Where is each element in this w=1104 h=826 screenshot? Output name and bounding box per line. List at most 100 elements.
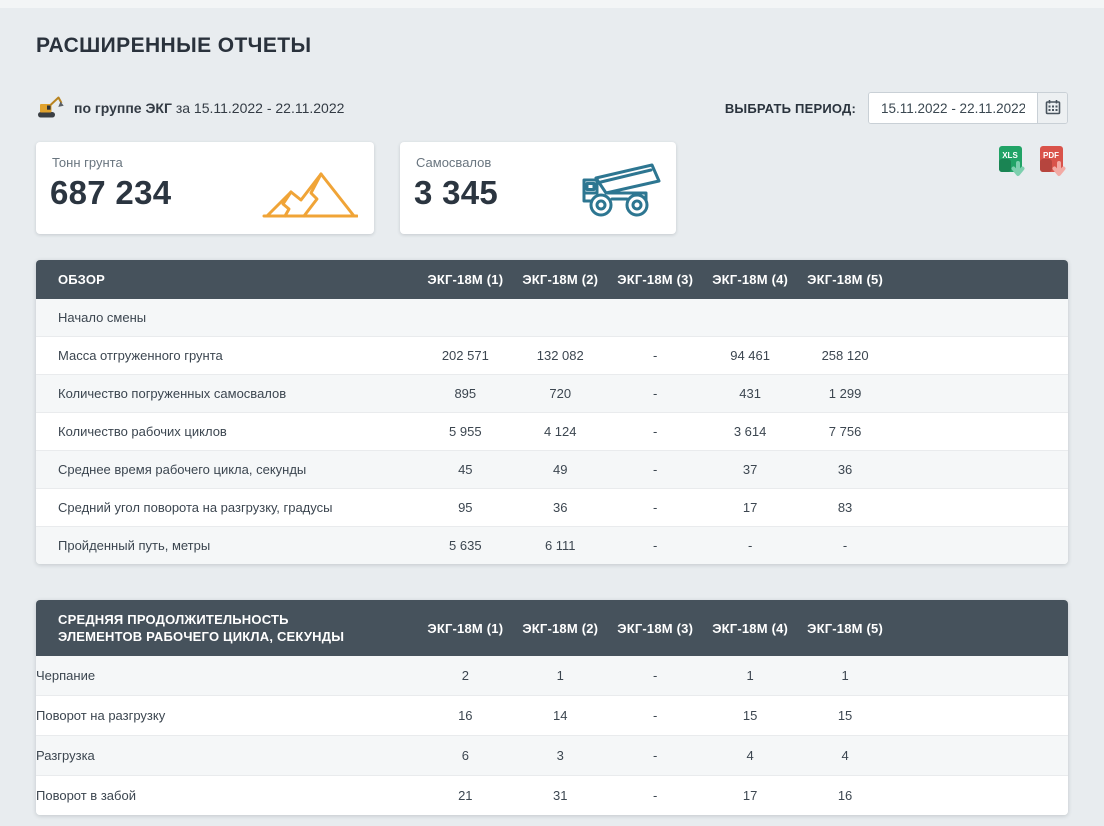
filler-cell (893, 451, 1068, 489)
row-label: Масса отгруженного грунта (36, 337, 418, 375)
row-label: Начало смены (36, 299, 418, 337)
export-xls-button[interactable]: XLS (997, 145, 1027, 179)
column-header: ЭКГ-18М (4) (703, 600, 798, 656)
column-header: ЭКГ-18М (3) (608, 260, 703, 299)
header-filler (893, 260, 1068, 299)
table-title: ОБЗОР (36, 260, 418, 299)
cell-value (418, 299, 513, 337)
calendar-icon (1045, 99, 1061, 118)
cell-value: 3 614 (703, 413, 798, 451)
period-input[interactable] (869, 93, 1037, 123)
overview-table-card: ОБЗОРЭКГ-18М (1)ЭКГ-18М (2)ЭКГ-18М (3)ЭК… (36, 260, 1068, 564)
cell-value: - (798, 527, 893, 565)
row-label: Среднее время рабочего цикла, секунды (36, 451, 418, 489)
column-header: ЭКГ-18М (1) (418, 600, 513, 656)
cell-value: - (608, 527, 703, 565)
header-filler (893, 600, 1068, 656)
cell-value: 4 124 (513, 413, 608, 451)
report-subtitle: по группе ЭКГ за 15.11.2022 - 22.11.2022 (36, 95, 344, 122)
cell-value: - (608, 451, 703, 489)
stat-label: Самосвалов (416, 155, 491, 170)
filler-cell (893, 527, 1068, 565)
cell-value (798, 299, 893, 337)
pdf-label: PDF (1043, 151, 1059, 160)
cell-value: 1 (798, 656, 893, 696)
cell-value: 16 (798, 776, 893, 816)
table-header-row: ОБЗОРЭКГ-18М (1)ЭКГ-18М (2)ЭКГ-18М (3)ЭК… (36, 260, 1068, 299)
cell-value: 49 (513, 451, 608, 489)
cell-value: 95 (418, 489, 513, 527)
filler-cell (893, 656, 1068, 696)
row-label: Поворот на разгрузку (36, 696, 418, 736)
row-label: Пройденный путь, метры (36, 527, 418, 565)
filler-cell (893, 413, 1068, 451)
cell-value: 431 (703, 375, 798, 413)
cell-value: 15 (703, 696, 798, 736)
cell-value: - (608, 696, 703, 736)
cell-value: - (608, 776, 703, 816)
cell-value: 2 (418, 656, 513, 696)
cell-value: - (608, 489, 703, 527)
cell-value: 6 (418, 736, 513, 776)
table-row: Черпание21-11 (36, 656, 1068, 696)
filler-cell (893, 337, 1068, 375)
table-row: Поворот на разгрузку1614-1515 (36, 696, 1068, 736)
table-row: Количество погруженных самосвалов895720-… (36, 375, 1068, 413)
cell-value: 94 461 (703, 337, 798, 375)
cell-value: 16 (418, 696, 513, 736)
filler-cell (893, 489, 1068, 527)
table-row: Поворот в забой2131-1716 (36, 776, 1068, 816)
stat-card-tons: Тонн грунта 687 234 (36, 142, 374, 234)
cycle-duration-table: СРЕДНЯЯ ПРОДОЛЖИТЕЛЬНОСТЬЭЛЕМЕНТОВ РАБОЧ… (36, 600, 1068, 815)
cell-value: - (608, 736, 703, 776)
overview-table: ОБЗОРЭКГ-18М (1)ЭКГ-18М (2)ЭКГ-18М (3)ЭК… (36, 260, 1068, 564)
xls-label: XLS (1002, 151, 1018, 160)
cell-value: 4 (703, 736, 798, 776)
filler-cell (893, 299, 1068, 337)
column-header: ЭКГ-18М (2) (513, 600, 608, 656)
cell-value: 5 635 (418, 527, 513, 565)
cell-value: 15 (798, 696, 893, 736)
cell-value: 14 (513, 696, 608, 736)
cell-value: 3 (513, 736, 608, 776)
period-selector: ВЫБРАТЬ ПЕРИОД: (725, 92, 1068, 124)
period-label: ВЫБРАТЬ ПЕРИОД: (725, 101, 856, 116)
row-label: Поворот в забой (36, 776, 418, 816)
stat-value: 3 345 (414, 174, 498, 212)
cell-value: 21 (418, 776, 513, 816)
filler-cell (893, 375, 1068, 413)
cell-value: 17 (703, 489, 798, 527)
cell-value: 36 (798, 451, 893, 489)
table-row: Количество рабочих циклов5 9554 124-3 61… (36, 413, 1068, 451)
cell-value: 720 (513, 375, 608, 413)
cell-value: 258 120 (798, 337, 893, 375)
filler-cell (893, 776, 1068, 816)
cell-value: - (608, 337, 703, 375)
column-header: ЭКГ-18М (5) (798, 600, 893, 656)
cycle-duration-table-card: СРЕДНЯЯ ПРОДОЛЖИТЕЛЬНОСТЬЭЛЕМЕНТОВ РАБОЧ… (36, 600, 1068, 815)
cell-value (703, 299, 798, 337)
subtitle-group: по группе ЭКГ (74, 100, 172, 116)
cell-value: - (608, 656, 703, 696)
dump-truck-icon (572, 157, 664, 224)
export-buttons: XLS PDF (997, 142, 1068, 179)
cell-value: 895 (418, 375, 513, 413)
cell-value: 202 571 (418, 337, 513, 375)
calendar-button[interactable] (1037, 93, 1067, 123)
table-row: Пройденный путь, метры5 6356 111--- (36, 527, 1068, 565)
cell-value: 6 111 (513, 527, 608, 565)
column-header: ЭКГ-18М (5) (798, 260, 893, 299)
table-row: Среднее время рабочего цикла, секунды454… (36, 451, 1068, 489)
stat-label: Тонн грунта (52, 155, 123, 170)
cell-value: 83 (798, 489, 893, 527)
extended-reports-page: РАСШИРЕННЫЕ ОТЧЕТЫ по группе ЭКГ за 15.1… (0, 34, 1104, 815)
export-pdf-button[interactable]: PDF (1038, 145, 1068, 179)
period-input-group (868, 92, 1068, 124)
row-label: Количество погруженных самосвалов (36, 375, 418, 413)
cell-value: 132 082 (513, 337, 608, 375)
subtitle-period: за 15.11.2022 - 22.11.2022 (176, 100, 345, 116)
subtitle-row: по группе ЭКГ за 15.11.2022 - 22.11.2022… (36, 92, 1068, 124)
column-header: ЭКГ-18М (2) (513, 260, 608, 299)
cell-value: 1 (513, 656, 608, 696)
row-label: Черпание (36, 656, 418, 696)
